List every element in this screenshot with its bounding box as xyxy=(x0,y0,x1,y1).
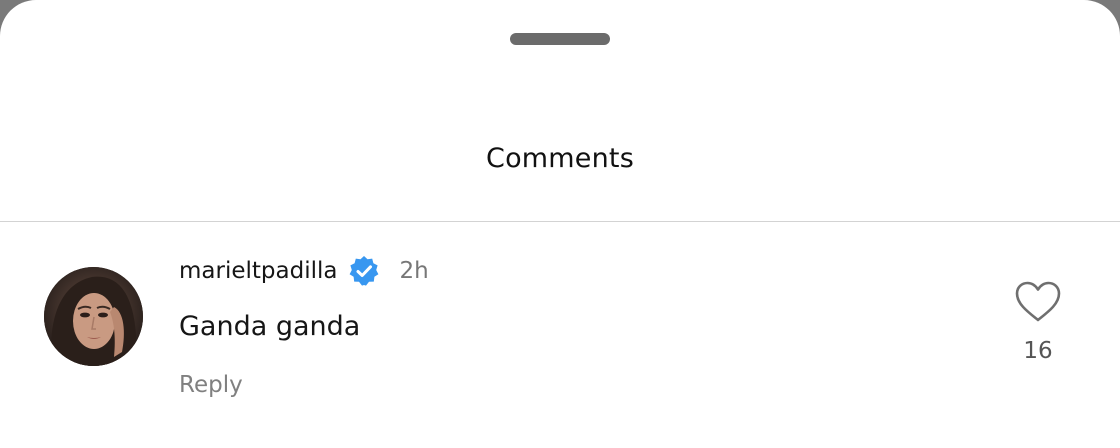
avatar[interactable] xyxy=(44,267,143,366)
comment-text: Ganda ganda xyxy=(179,311,361,342)
like-count: 16 xyxy=(1023,338,1053,364)
avatar-image xyxy=(44,267,143,366)
sheet-title: Comments xyxy=(486,143,634,174)
comment-timestamp: 2h xyxy=(399,258,429,284)
comment-header: marieltpadilla 2h xyxy=(179,254,429,288)
reply-button[interactable]: Reply xyxy=(179,372,243,398)
comments-sheet: Comments marieltpadilla 2h Ganda ganda R… xyxy=(0,0,1120,448)
verified-badge-icon xyxy=(347,254,381,288)
drag-handle[interactable] xyxy=(510,33,610,45)
heart-outline-icon[interactable] xyxy=(1014,280,1062,324)
username-link[interactable]: marieltpadilla xyxy=(179,258,337,284)
header-divider xyxy=(0,221,1120,222)
